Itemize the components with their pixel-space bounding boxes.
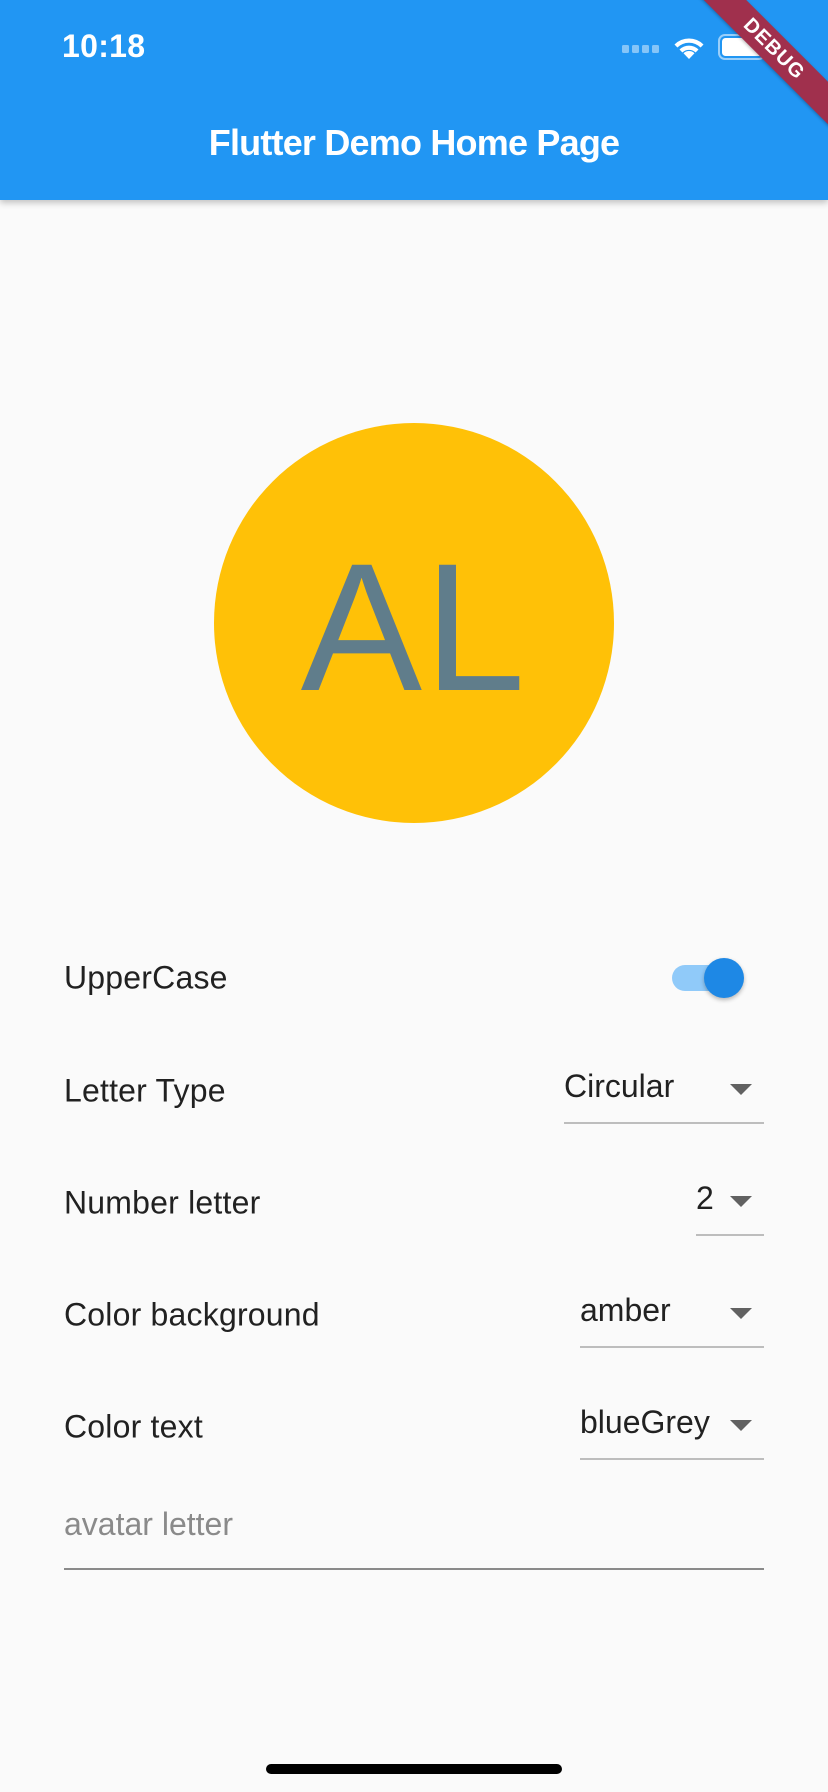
page-title: Flutter Demo Home Page bbox=[208, 122, 620, 163]
color-text-label: Color text bbox=[64, 1408, 203, 1445]
number-letter-label: Number letter bbox=[64, 1184, 261, 1221]
color-background-value: amber bbox=[580, 1292, 671, 1328]
color-background-row: Color background amber bbox=[64, 1280, 764, 1350]
letter-type-row: Letter Type Circular bbox=[64, 1056, 764, 1126]
wifi-icon bbox=[672, 34, 706, 65]
battery-icon bbox=[718, 33, 772, 65]
avatar-letter-input[interactable] bbox=[64, 1488, 764, 1560]
app-bar: 10:18 Flutter Demo Home Page bbox=[0, 0, 828, 200]
status-time: 10:18 bbox=[62, 28, 146, 64]
number-letter-dropdown[interactable]: 2 bbox=[696, 1168, 764, 1236]
cellular-icon bbox=[622, 40, 660, 58]
color-text-dropdown[interactable]: blueGrey bbox=[580, 1392, 764, 1460]
switch-thumb bbox=[704, 958, 744, 998]
color-text-value: blueGrey bbox=[580, 1404, 710, 1440]
app-screen: 10:18 Flutter Demo Home Page DEBUG AL Up… bbox=[0, 0, 828, 1792]
uppercase-label: UpperCase bbox=[64, 959, 228, 996]
avatar-letters: AL bbox=[300, 525, 528, 729]
chevron-down-icon bbox=[730, 1196, 752, 1207]
color-background-dropdown[interactable]: amber bbox=[580, 1280, 764, 1348]
status-icons bbox=[622, 33, 772, 65]
chevron-down-icon bbox=[730, 1420, 752, 1431]
letter-type-label: Letter Type bbox=[64, 1072, 226, 1109]
letter-type-dropdown[interactable]: Circular bbox=[564, 1056, 764, 1124]
avatar: AL bbox=[214, 423, 614, 823]
color-text-row: Color text blueGrey bbox=[64, 1392, 764, 1462]
uppercase-switch[interactable] bbox=[672, 958, 744, 998]
chevron-down-icon bbox=[730, 1084, 752, 1095]
avatar-letter-field bbox=[64, 1488, 764, 1570]
chevron-down-icon bbox=[730, 1308, 752, 1319]
letter-type-value: Circular bbox=[564, 1068, 675, 1104]
home-indicator[interactable] bbox=[266, 1764, 562, 1774]
color-background-label: Color background bbox=[64, 1296, 320, 1333]
uppercase-row: UpperCase bbox=[64, 943, 764, 1013]
number-letter-value: 2 bbox=[696, 1180, 714, 1216]
number-letter-row: Number letter 2 bbox=[64, 1168, 764, 1238]
